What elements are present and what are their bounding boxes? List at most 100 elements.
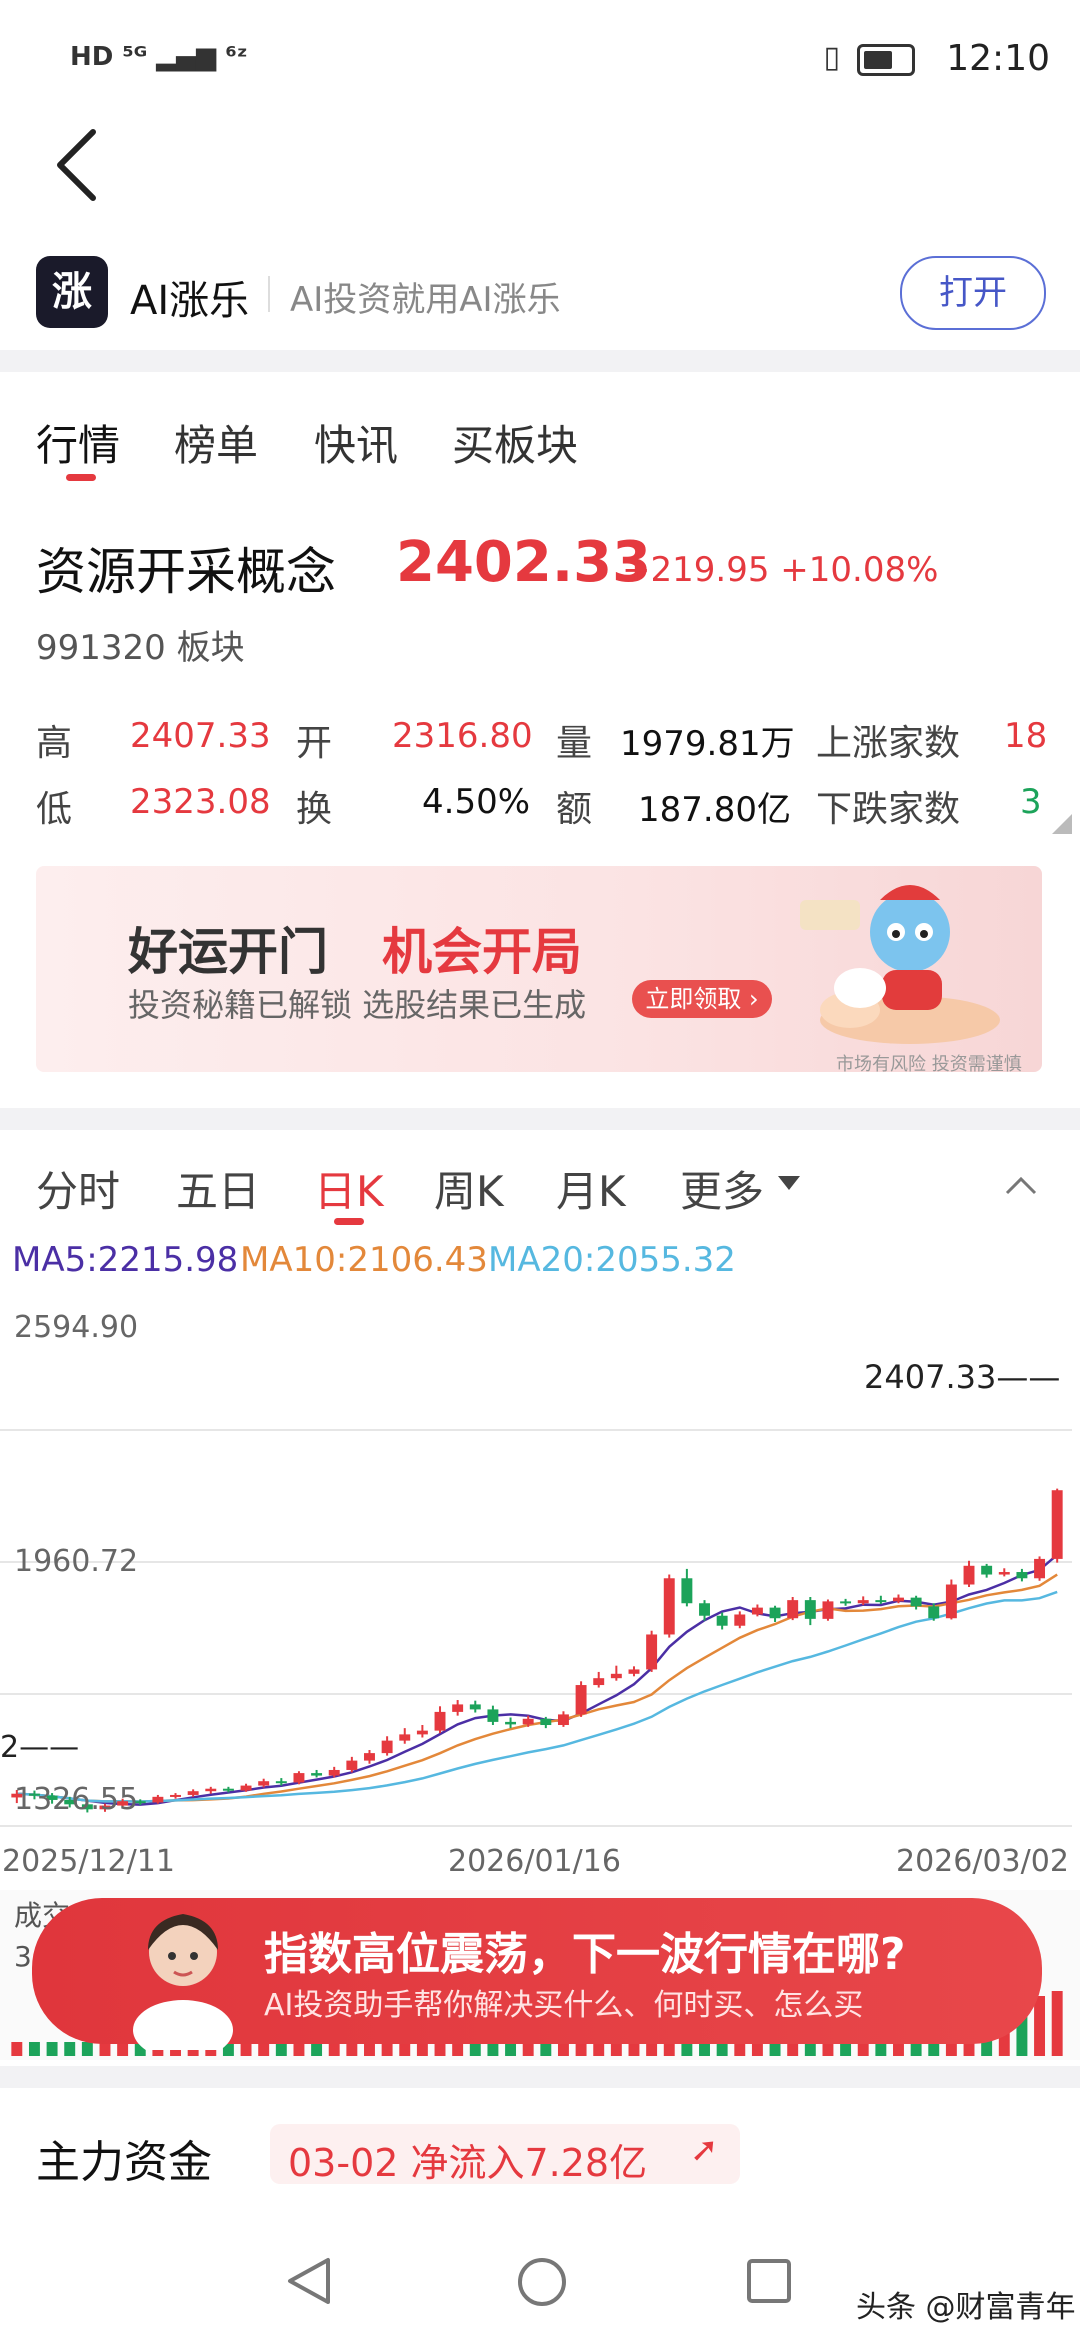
nav-home-icon[interactable] [516,2256,568,2308]
tab-rankings[interactable]: 榜单 [174,412,258,473]
nav-back-icon[interactable] [284,2256,334,2306]
candle-body [381,1740,393,1754]
candle-body [593,1678,605,1686]
volume-bar [293,2042,305,2056]
tab-news[interactable]: 快讯 [314,412,398,473]
capital-flow-title: 主力资金 [36,2137,212,2188]
app-logo: 涨 [36,256,108,328]
candle-body [522,1718,534,1725]
stat-value-volume: 1979.81万 [620,724,795,764]
section-gap [0,2066,1080,2088]
volume-bar [328,2042,340,2056]
volume-bar [540,2042,552,2056]
stat-value-amount: 187.80亿 [638,790,791,830]
volume-bar [311,2042,323,2056]
tab-more[interactable]: 更多 [680,1158,764,1219]
candle-body [452,1704,464,1712]
volume-bar [663,2042,675,2056]
volume-bar [364,2042,375,2056]
candle-body [575,1685,587,1715]
max-price-marker: 2407.33—— [864,1358,1061,1396]
candle-body [787,1600,799,1619]
up-arrow-icon: ➚ [690,2130,719,2170]
volume-bar [557,2042,569,2056]
volume-bar [751,2042,763,2056]
volume-bar [628,2042,640,2056]
candle-body [751,1607,763,1615]
network-status-icons: HD ⁵ᴳ ▂▄▆ ⁶ᶻ [70,42,248,72]
x-axis-label-end: 2026/03/02 [896,1844,1069,1879]
volume-bar [787,2042,799,2056]
candle-body [646,1634,658,1670]
open-app-button[interactable]: 打开 [900,256,1046,330]
dropdown-triangle-icon[interactable] [778,1176,800,1190]
volume-bar [857,2042,869,2056]
candle-body [804,1600,816,1619]
stat-value-turnover: 4.50% [422,782,531,822]
candle-body [346,1760,358,1770]
volume-bar [46,2042,58,2056]
ma5-line [16,1553,1059,1806]
tab-monthly-k[interactable]: 月K [556,1158,626,1219]
battery-icon [857,44,915,76]
ma20-legend: MA20:2055.32 [488,1240,736,1280]
volume-bar [64,2042,76,2056]
banner-title-a: 好运开门 [128,923,328,981]
collapse-chevron-icon[interactable] [1004,1174,1038,1196]
stat-label-decliners: 下跌家数 [816,789,961,830]
nav-recents-icon[interactable] [746,2258,792,2304]
volume-bar [399,2042,411,2056]
stat-value-decliners: 3 [1020,782,1042,822]
section-gap [0,1108,1080,1130]
volume-bar [452,2042,464,2056]
banner-claim-button[interactable]: 立即领取 › [632,980,772,1018]
candle-body [328,1769,340,1776]
max-price-label: 2407.33 [864,1358,997,1396]
stat-value-open: 2316.80 [392,716,533,756]
volume-bar [11,2042,23,2056]
volume-bar [963,2042,975,2056]
volume-bar [81,2042,93,2056]
tab-buy-sector[interactable]: 买板块 [452,412,578,473]
volume-bar [258,2042,270,2056]
candle-body [275,1781,287,1784]
app-slogan: AI投资就用AI涨乐 [290,280,561,320]
expand-corner-icon[interactable] [1052,814,1072,834]
volume-bar [822,2042,834,2056]
ad-subtitle: AI投资助手帮你解决买什么、何时买、怎么买 [264,1988,864,2023]
back-arrow-icon[interactable] [48,120,108,210]
volume-bar [928,2042,940,2056]
candle-body [293,1773,305,1783]
tab-intraday[interactable]: 分时 [36,1158,120,1219]
watermark: 头条 @财富青年 [856,2290,1076,2325]
tab-market[interactable]: 行情 [36,412,120,473]
candle-body [469,1704,481,1710]
ma10-line [16,1573,1058,1803]
volume-bar [893,2042,904,2056]
app-name: AI涨乐 [130,278,250,324]
candle-body [681,1578,693,1604]
min-price-marker: 2—— [0,1730,80,1765]
volume-bar [28,2042,40,2056]
tab-weekly-k[interactable]: 周K [434,1158,504,1219]
ma10-legend: MA10:2106.43 [240,1240,488,1280]
volume-bar [346,2042,358,2056]
banner-title-b: 机会开局 [382,923,582,981]
volume-bar [416,2042,428,2056]
stat-label-amount: 额 [556,789,593,830]
tab-daily-k[interactable]: 日K [314,1158,384,1219]
tab-five-day[interactable]: 五日 [176,1158,260,1219]
candle-body [610,1673,622,1679]
candle-body [434,1711,446,1731]
volume-bar [593,2042,605,2056]
volume-bar [840,2042,852,2056]
y-axis-label-top: 2594.90 [14,1310,139,1345]
volume-bar [505,2042,517,2056]
candle-body [258,1781,270,1786]
candle-body [840,1601,852,1604]
volume-bar [275,2042,287,2056]
stat-label-open: 开 [296,723,333,764]
ma5-legend: MA5:2215.98 [12,1240,239,1280]
volume-bar [487,2042,499,2056]
candle-body [364,1753,375,1761]
